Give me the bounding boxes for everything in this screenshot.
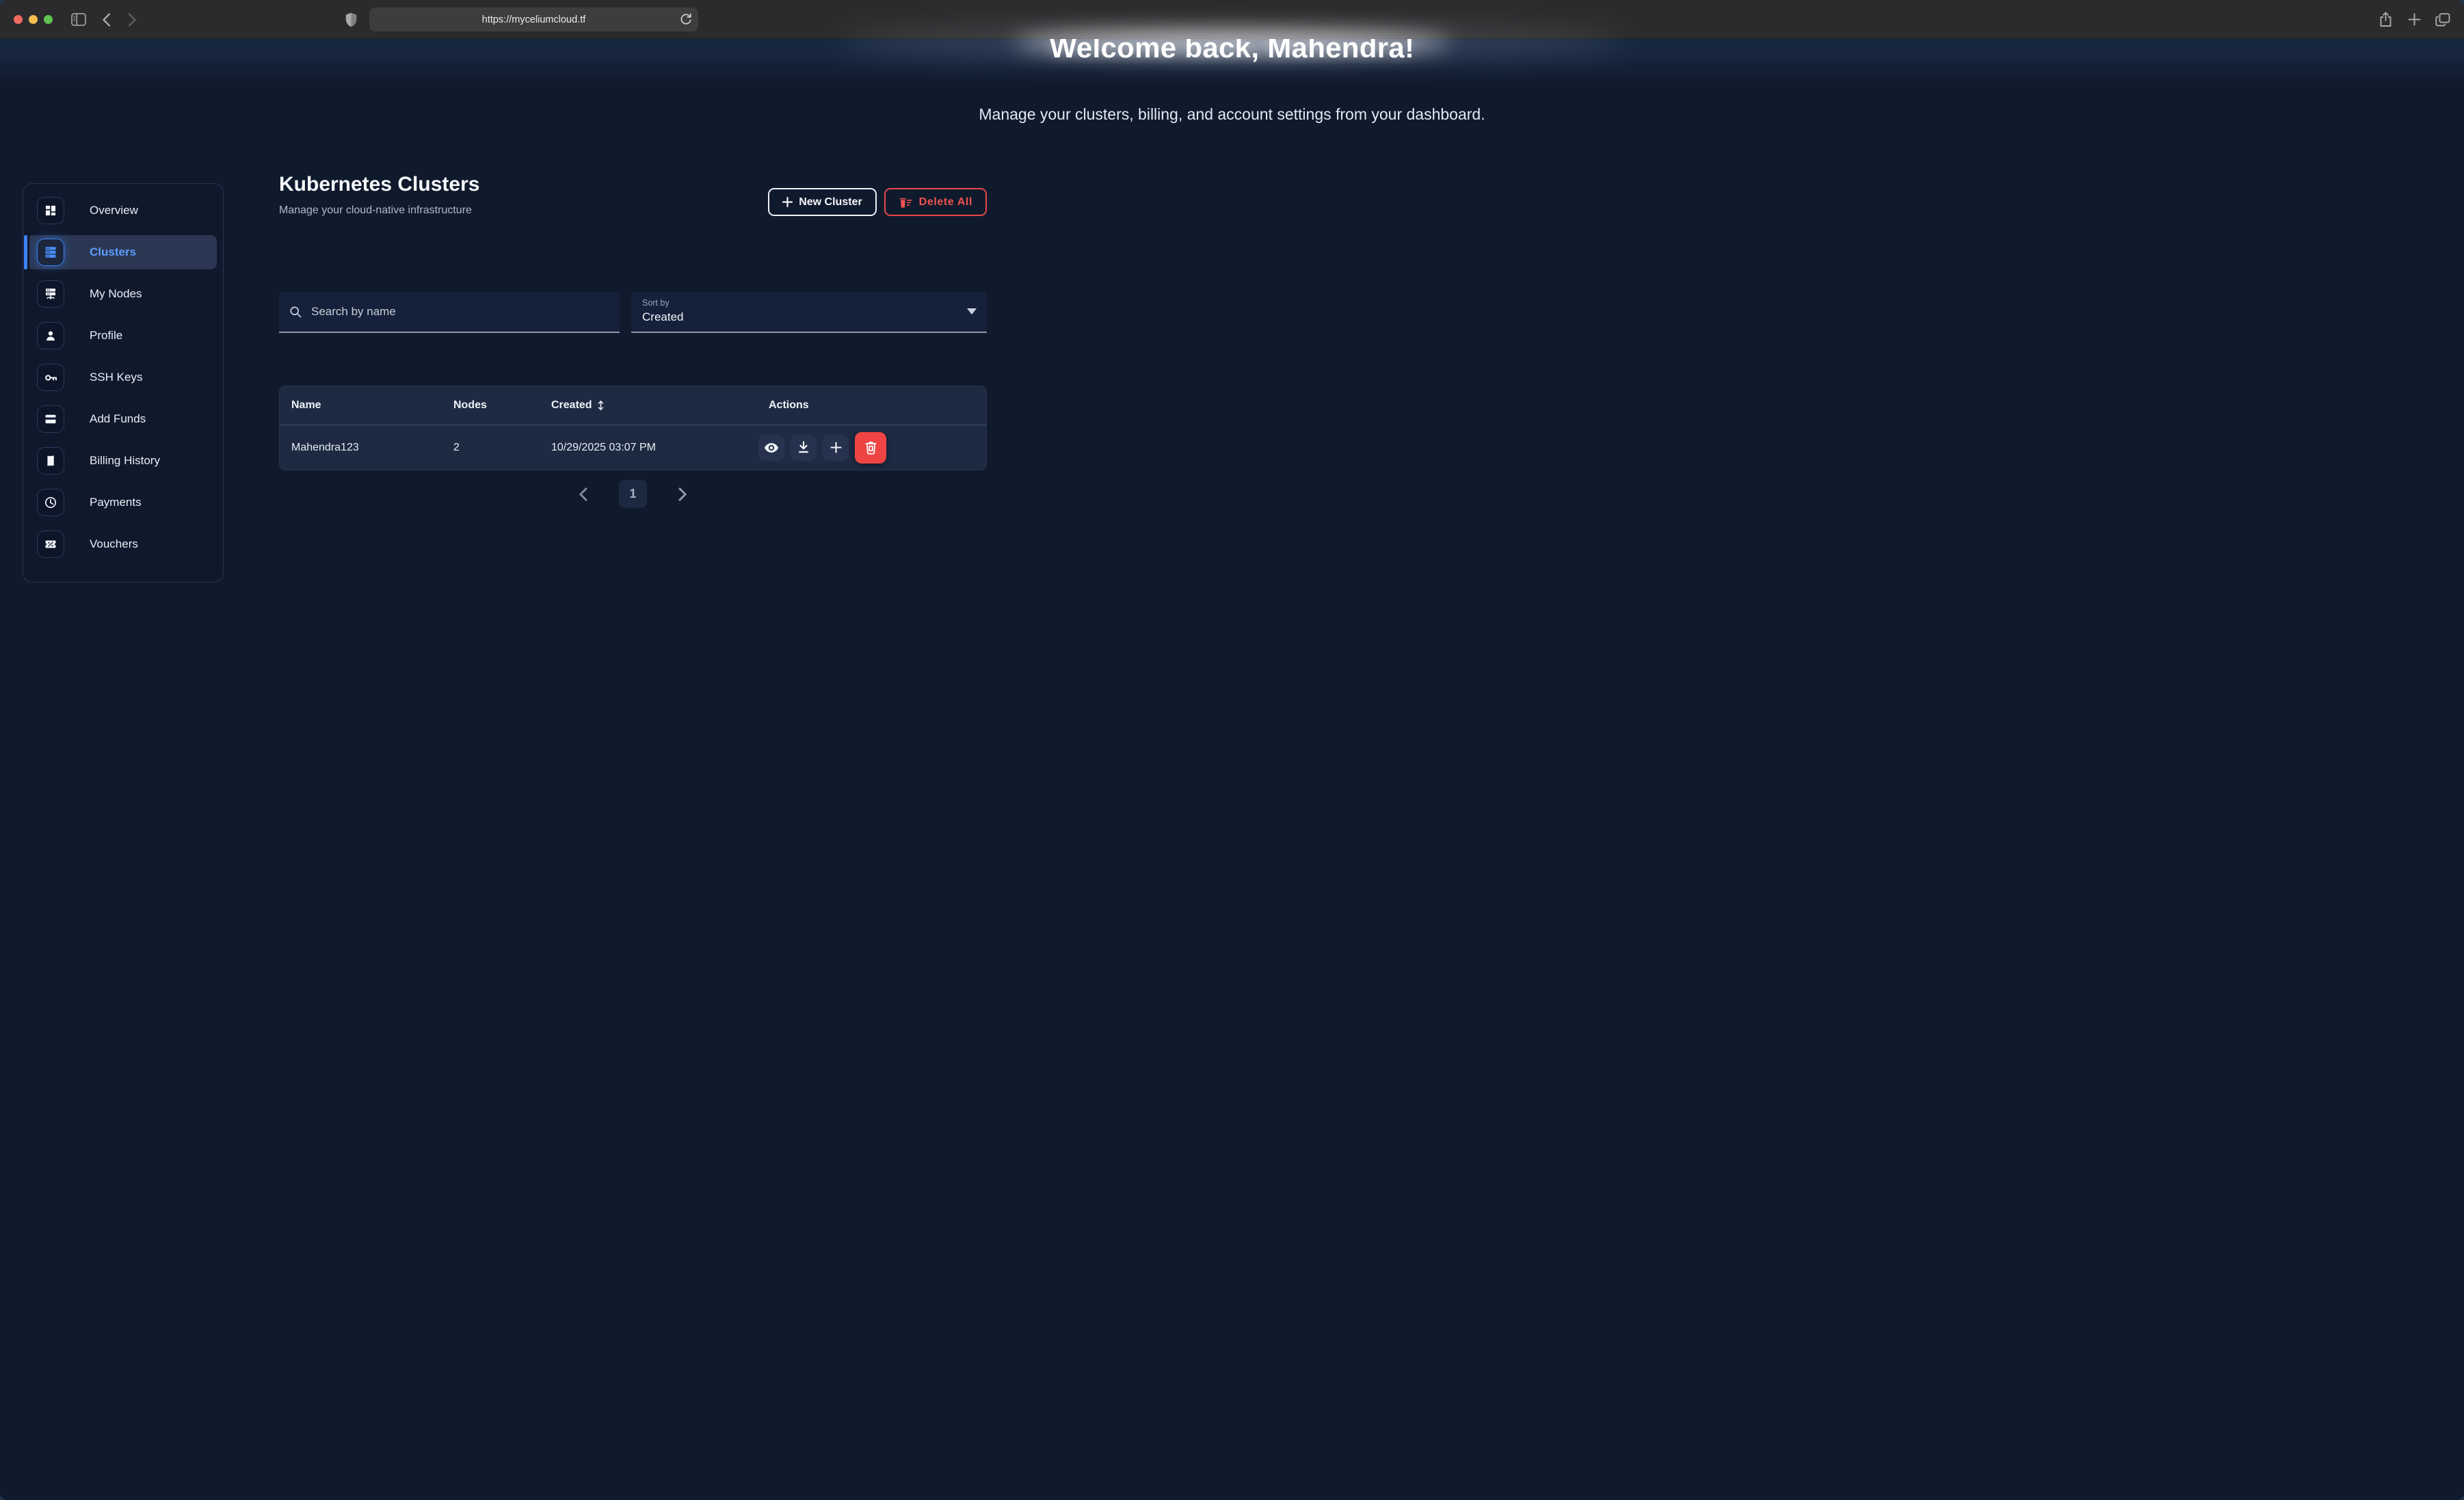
user-icon (37, 322, 64, 349)
chevron-down-icon (967, 308, 977, 314)
eye-icon (764, 442, 779, 454)
sidebar-item-payments[interactable]: Payments (29, 485, 217, 520)
cluster-name-cell: Mahendra123 (280, 442, 442, 454)
clusters-panel: Kubernetes Clusters Manage your cloud-na… (279, 173, 987, 556)
new-tab-icon[interactable] (2404, 10, 2424, 30)
back-button[interactable] (96, 10, 116, 30)
sort-arrows-icon (597, 400, 605, 411)
delete-sweep-icon (899, 196, 913, 209)
dashboard-icon (37, 197, 64, 224)
sidebar-item-label: Profile (90, 329, 122, 343)
sidebar-toggle-icon[interactable] (68, 10, 89, 30)
minimize-window-button[interactable] (29, 15, 38, 24)
new-cluster-label: New Cluster (799, 196, 862, 209)
delete-cluster-button[interactable] (855, 432, 886, 464)
search-field (279, 292, 620, 333)
servers-icon (37, 239, 64, 266)
sort-value: Created (642, 310, 976, 324)
next-page-button[interactable] (674, 487, 691, 502)
clock-icon (37, 489, 64, 516)
chevron-left-icon (579, 487, 587, 501)
cluster-created-cell: 10/29/2025 03:07 PM (540, 442, 757, 454)
receipt-icon (37, 447, 64, 474)
sidebar-item-add-funds[interactable]: Add Funds (29, 402, 217, 436)
sort-dropdown[interactable]: Sort by Created (631, 292, 987, 333)
privacy-shield-icon[interactable] (341, 10, 361, 30)
page-subtitle: Manage your cloud-native infrastructure (279, 204, 479, 217)
view-cluster-button[interactable] (758, 435, 784, 461)
created-header-label: Created (551, 399, 592, 412)
plus-icon (830, 442, 842, 453)
sidebar-item-clusters[interactable]: Clusters (29, 235, 217, 269)
sidebar-item-ssh-keys[interactable]: SSH Keys (29, 360, 217, 394)
table-row: Mahendra123 2 10/29/2025 03:07 PM (280, 425, 986, 470)
welcome-subtitle: Manage your clusters, billing, and accou… (0, 105, 2464, 124)
address-bar-area: https://myceliumcloud.tf (341, 0, 698, 39)
url-text: https://myceliumcloud.tf (482, 14, 586, 25)
share-icon[interactable] (2375, 10, 2396, 30)
chrome-right-controls (2375, 0, 2453, 39)
clusters-table: Name Nodes Created Actions Mahendra123 2… (279, 386, 987, 470)
chevron-right-icon (678, 487, 687, 501)
filter-row: Sort by Created (279, 292, 987, 333)
chrome-left-controls (14, 0, 142, 39)
page-content: Welcome back, Mahendra! Manage your clus… (0, 39, 2464, 1500)
table-header-row: Name Nodes Created Actions (280, 386, 986, 425)
fullscreen-window-button[interactable] (44, 15, 53, 24)
sidebar: Overview Clusters My Nodes Profile (23, 183, 224, 582)
delete-all-label: Delete All (919, 196, 972, 209)
download-kubeconfig-button[interactable] (791, 435, 817, 461)
column-header-actions: Actions (757, 399, 986, 412)
search-input[interactable] (310, 304, 610, 319)
trash-icon (864, 440, 877, 455)
sidebar-item-overview[interactable]: Overview (29, 193, 217, 228)
sidebar-item-label: Payments (90, 496, 142, 509)
pagination: 1 (279, 480, 987, 508)
plus-icon (782, 197, 793, 207)
search-icon (289, 305, 302, 319)
sidebar-item-billing-history[interactable]: Billing History (29, 444, 217, 478)
new-cluster-button[interactable]: New Cluster (768, 188, 876, 216)
row-actions (757, 432, 986, 464)
forward-button[interactable] (122, 10, 142, 30)
cluster-nodes-cell: 2 (442, 442, 540, 454)
add-node-button[interactable] (823, 435, 849, 461)
sidebar-item-label: Overview (90, 204, 138, 217)
sidebar-item-label: Vouchers (90, 537, 138, 551)
key-icon (37, 364, 64, 391)
page-title: Kubernetes Clusters (279, 173, 479, 196)
sidebar-item-label: Billing History (90, 454, 160, 468)
url-bar[interactable]: https://myceliumcloud.tf (369, 8, 698, 31)
sidebar-item-vouchers[interactable]: Vouchers (29, 527, 217, 561)
column-header-created[interactable]: Created (540, 399, 757, 412)
column-header-nodes: Nodes (442, 399, 540, 412)
tab-overview-icon[interactable] (2433, 10, 2453, 30)
wallet-icon (37, 405, 64, 433)
sort-label: Sort by (642, 298, 976, 308)
panel-titles: Kubernetes Clusters Manage your cloud-na… (279, 173, 479, 217)
sidebar-item-label: SSH Keys (90, 371, 142, 384)
sidebar-item-label: Clusters (90, 245, 136, 259)
header-actions: New Cluster Delete All (768, 188, 987, 217)
nodes-icon (37, 280, 64, 308)
ticket-icon (37, 531, 64, 558)
sidebar-item-profile[interactable]: Profile (29, 319, 217, 353)
download-icon (797, 441, 810, 454)
column-header-name: Name (280, 399, 442, 412)
sidebar-item-label: Add Funds (90, 412, 146, 426)
hero-section: Welcome back, Mahendra! Manage your clus… (0, 39, 2464, 64)
page-number-button[interactable]: 1 (619, 480, 647, 508)
close-window-button[interactable] (14, 15, 23, 24)
sidebar-item-my-nodes[interactable]: My Nodes (29, 277, 217, 311)
delete-all-button[interactable]: Delete All (884, 188, 987, 216)
panel-header: Kubernetes Clusters Manage your cloud-na… (279, 173, 987, 217)
previous-page-button[interactable] (574, 487, 592, 502)
sidebar-item-label: My Nodes (90, 287, 142, 301)
browser-window: https://myceliumcloud.tf (0, 0, 2464, 1500)
reload-icon[interactable] (680, 12, 692, 29)
